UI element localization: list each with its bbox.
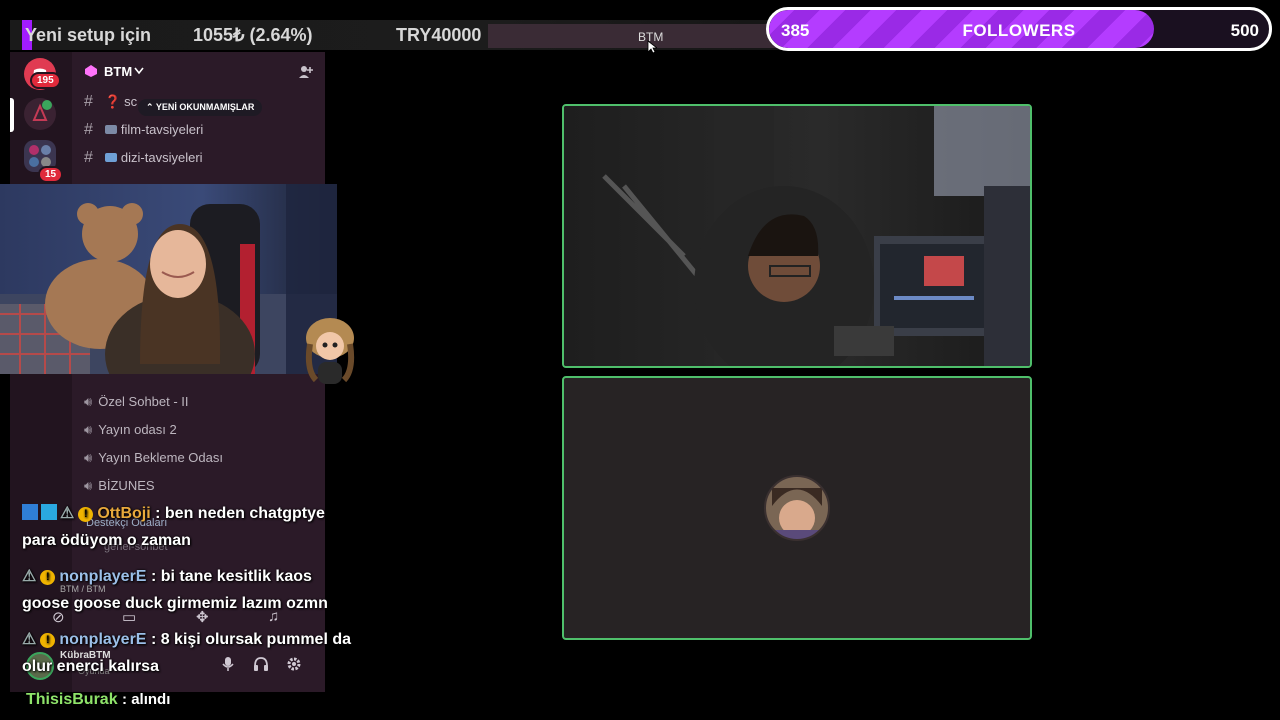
chat-message: ⚠! OttBoji : ben neden chatgptye xyxy=(22,503,325,523)
doll-sticker-icon xyxy=(305,318,355,384)
tv-icon xyxy=(104,125,117,134)
chat-message: ⚠! nonplayerE : bi tane kesitlik kaos xyxy=(22,566,312,586)
add-member-icon[interactable] xyxy=(298,64,314,80)
microphone-icon[interactable] xyxy=(221,656,235,672)
headphones-icon[interactable] xyxy=(253,656,269,672)
chat-username[interactable]: nonplayerE xyxy=(59,568,146,585)
participant-avatar xyxy=(764,475,830,541)
server-boost-icon xyxy=(85,65,97,77)
chat-message: ThisisBurak : alındı xyxy=(26,691,170,709)
video-tile-avatar[interactable] xyxy=(562,376,1032,640)
chat-text: : alındı xyxy=(122,691,171,708)
followers-goal-bar: 385 FOLLOWERS 500 xyxy=(766,7,1272,51)
voice-channel-ozel-sohbet[interactable]: 🔊︎ Özel Sohbet - II xyxy=(84,394,189,410)
speaker-icon: 🔊︎ xyxy=(84,394,93,409)
question-icon: ❓ xyxy=(104,94,122,109)
selected-indicator xyxy=(10,98,14,132)
chat-message-cont: goose goose duck girmemiz lazım ozmn xyxy=(22,595,328,612)
webcam-scene xyxy=(0,184,337,374)
chat-username[interactable]: nonplayerE xyxy=(59,631,146,648)
mod-badge-icon: ⚠ xyxy=(22,568,37,585)
speaker-icon: 🔊︎ xyxy=(84,450,93,465)
followers-label: FOLLOWERS xyxy=(962,21,1076,40)
ticker-price: 1055₺ (2.64%) xyxy=(193,25,313,45)
chat-username[interactable]: ThisisBurak xyxy=(26,691,118,708)
folder-badge: 15 xyxy=(38,166,64,183)
tv-icon xyxy=(104,153,117,162)
hash-icon: # xyxy=(84,149,93,166)
hash-icon: # xyxy=(84,93,93,110)
chat-username[interactable]: OttBoji xyxy=(97,505,150,522)
mod-badge-icon: ⚠ xyxy=(60,505,75,522)
streamer-webcam xyxy=(0,184,337,374)
tool-badge-icon xyxy=(22,504,38,520)
chevron-down-icon[interactable] xyxy=(134,67,144,75)
alert-badge-icon: ! xyxy=(40,570,56,585)
speaker-icon: 🔊︎ xyxy=(84,422,93,437)
server-name[interactable]: BTM xyxy=(104,64,132,79)
mod-badge-icon: ⚠ xyxy=(22,631,37,648)
online-dot-icon xyxy=(42,100,52,110)
gear-icon[interactable] xyxy=(286,656,302,672)
chat-message-cont: para ödüyom o zaman xyxy=(22,532,191,549)
hash-icon: # xyxy=(84,121,93,138)
alert-badge-icon: ! xyxy=(78,507,94,522)
followers-goal: 500 xyxy=(1230,21,1259,40)
voice-channel-yayin-odasi-2[interactable]: 🔊︎ Yayın odası 2 xyxy=(84,422,177,438)
chat-message-cont: olur enerci kalırsa xyxy=(22,658,159,675)
ticker-code: TRY40000 xyxy=(396,25,482,45)
channel-sc[interactable]: # ❓ sc xyxy=(84,93,137,111)
video-tile-main[interactable] xyxy=(562,104,1032,368)
cube-badge-icon xyxy=(41,504,57,520)
channel-film-tavsiyeleri[interactable]: # film-tavsiyeleri xyxy=(84,121,203,139)
voice-channel-bizunes[interactable]: 🔊︎ BİZUNES xyxy=(84,478,155,494)
chat-message: ⚠! nonplayerE : 8 kişi olursak pummel da xyxy=(22,629,351,649)
chat-text: : bi tane kesitlik kaos xyxy=(150,568,312,585)
channel-dizi-tavsiyeleri[interactable]: # dizi-tavsiyeleri xyxy=(84,149,203,167)
alert-badge-icon: ! xyxy=(40,633,56,648)
voice-channel-yayin-bekleme[interactable]: 🔊︎ Yayın Bekleme Odası xyxy=(84,450,223,466)
home-badge: 195 xyxy=(30,72,61,89)
donation-ticker: Yeni setup için 1055₺ (2.64%) TRY40000 xyxy=(10,20,810,50)
mouse-cursor-icon xyxy=(647,40,657,54)
chat-text: : ben neden chatgptye xyxy=(155,505,325,522)
new-unread-pill[interactable]: ⌃ YENİ OKUNMAMIŞLAR xyxy=(138,99,263,116)
ticker-title: Yeni setup için xyxy=(25,25,152,45)
chat-text: : 8 kişi olursak pummel da xyxy=(150,631,352,648)
video-feed-main xyxy=(564,106,1030,366)
speaker-icon: 🔊︎ xyxy=(84,478,93,493)
chevron-up-icon: ⌃ xyxy=(146,102,156,112)
